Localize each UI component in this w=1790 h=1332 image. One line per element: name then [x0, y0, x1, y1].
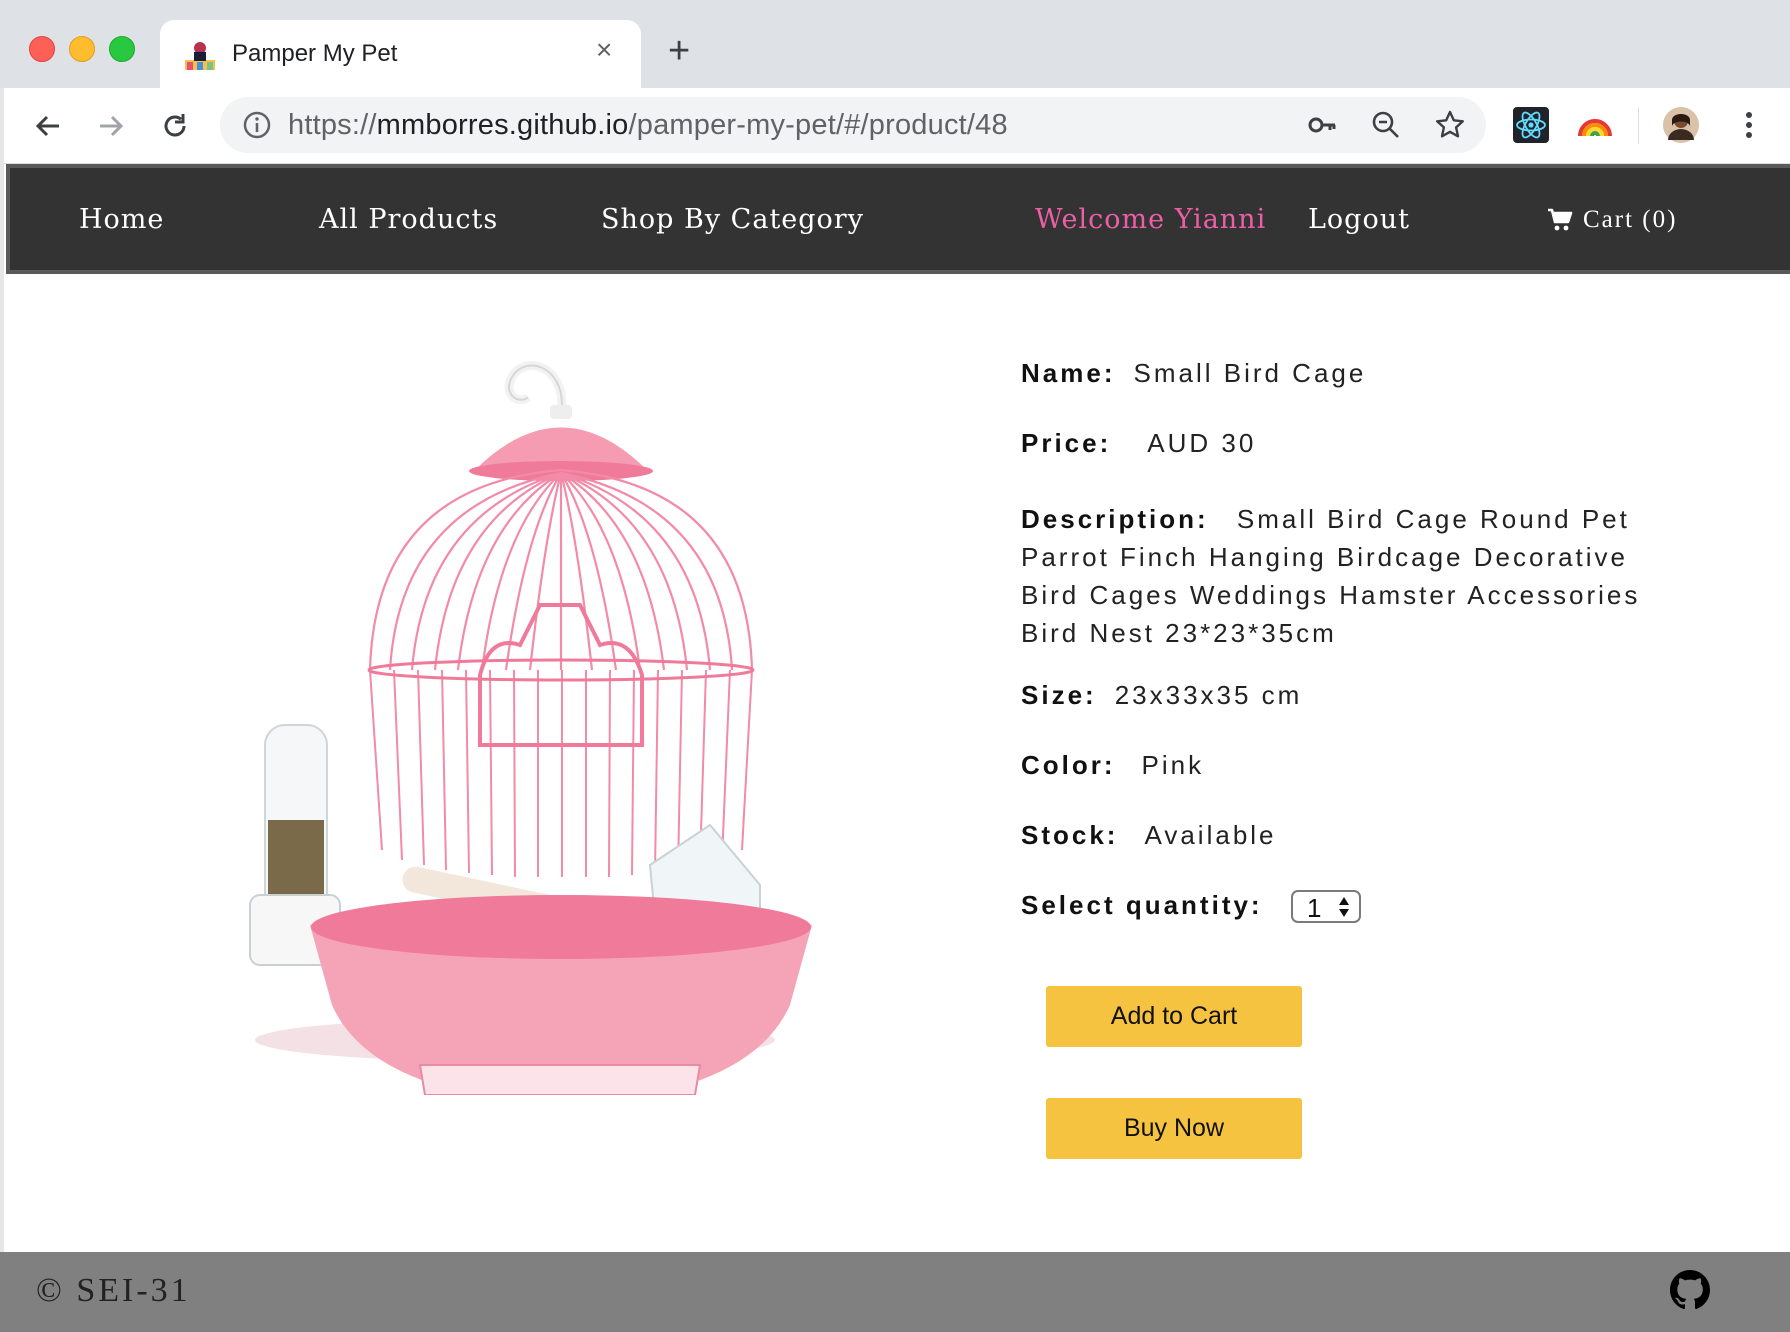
active-tab[interactable]: Pamper My Pet ×: [160, 20, 641, 88]
browser-tab-strip: Pamper My Pet × +: [0, 0, 1790, 88]
name-label: Name:: [1021, 358, 1116, 388]
site-footer: © SEI-31: [0, 1252, 1790, 1332]
react-devtools-icon[interactable]: [1512, 106, 1550, 144]
product-name: Small Bird Cage: [1133, 358, 1367, 388]
nav-home[interactable]: Home: [79, 204, 164, 235]
color-label: Color:: [1021, 750, 1116, 780]
toolbar-separator: [1638, 108, 1639, 144]
product-size: 23x33x35 cm: [1114, 680, 1303, 710]
pink-bird-cage-image: [249, 361, 812, 1095]
cart-icon: [1548, 208, 1573, 231]
cart-label: Cart (0): [1583, 206, 1678, 233]
window-left-edge: [0, 88, 4, 1252]
rainbow-extension-icon[interactable]: [1576, 106, 1614, 144]
price-label: Price:: [1021, 428, 1112, 458]
zoom-out-icon[interactable]: [1370, 109, 1402, 141]
nav-all-products[interactable]: All Products: [319, 204, 498, 235]
forward-icon[interactable]: [91, 106, 131, 146]
github-icon[interactable]: [1670, 1270, 1710, 1310]
product-price: AUD 30: [1147, 428, 1257, 458]
product-color: Pink: [1141, 750, 1205, 780]
product-name-row: Name: Small Bird Cage: [1021, 358, 1366, 389]
product-size-row: Size: 23x33x35 cm: [1021, 680, 1302, 711]
quantity-value: 1: [1307, 893, 1322, 923]
nav-welcome-user: Welcome Yianni: [1035, 204, 1267, 235]
quantity-row: Select quantity: 1: [1021, 890, 1421, 926]
tab-close-icon[interactable]: ×: [596, 36, 612, 64]
product-stock: Available: [1144, 820, 1277, 850]
reload-icon[interactable]: [155, 106, 195, 146]
close-window-button[interactable]: [29, 36, 55, 62]
product-stock-row: Stock: Available: [1021, 820, 1277, 851]
size-label: Size:: [1021, 680, 1097, 710]
product-description-row: Description: Small Bird Cage Round Pet P…: [1021, 500, 1661, 652]
url-text: https://mmborres.github.io/pamper-my-pet…: [288, 109, 1008, 141]
nav-logout[interactable]: Logout: [1308, 204, 1410, 235]
minimize-window-button[interactable]: [69, 36, 95, 62]
key-icon[interactable]: [1306, 109, 1338, 141]
buy-now-button[interactable]: Buy Now: [1046, 1098, 1302, 1159]
copyright-text: © SEI-31: [36, 1272, 191, 1309]
nav-cart[interactable]: Cart (0): [1547, 206, 1677, 234]
info-icon[interactable]: [242, 110, 272, 140]
stock-label: Stock:: [1021, 820, 1119, 850]
quantity-select[interactable]: 1: [1291, 890, 1361, 923]
browser-toolbar: https://mmborres.github.io/pamper-my-pet…: [0, 88, 1790, 164]
select-arrows-icon: [1339, 897, 1349, 917]
back-icon[interactable]: [28, 106, 68, 146]
description-label: Description:: [1021, 504, 1209, 534]
nav-shop-by-category[interactable]: Shop By Category: [601, 204, 864, 235]
zoom-window-button[interactable]: [109, 36, 135, 62]
product-color-row: Color: Pink: [1021, 750, 1204, 781]
menu-kebab-icon[interactable]: [1730, 106, 1768, 144]
quantity-label: Select quantity:: [1021, 890, 1263, 920]
new-tab-button[interactable]: +: [668, 32, 690, 70]
address-bar[interactable]: https://mmborres.github.io/pamper-my-pet…: [220, 97, 1486, 153]
profile-avatar[interactable]: [1662, 106, 1700, 144]
add-to-cart-button[interactable]: Add to Cart: [1046, 986, 1302, 1047]
site-navbar: Home All Products Shop By Category Welco…: [6, 164, 1790, 274]
star-icon[interactable]: [1434, 109, 1466, 141]
pet-favicon-icon: [185, 42, 215, 70]
product-price-row: Price: AUD 30: [1021, 428, 1256, 459]
tab-title: Pamper My Pet: [232, 40, 398, 67]
